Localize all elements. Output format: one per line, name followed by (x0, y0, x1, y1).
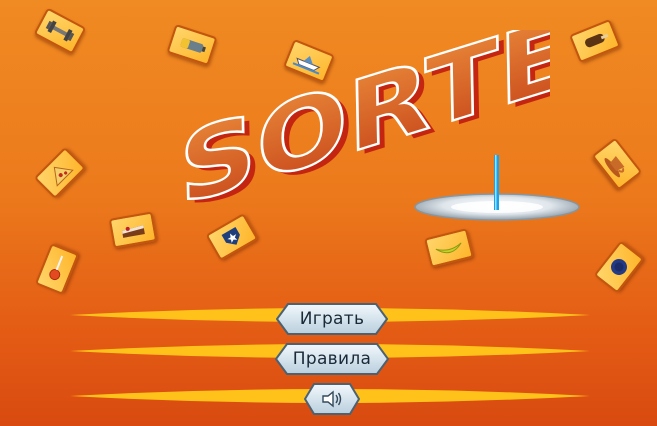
game-screen: SORTER SORTER Играть Правила (0, 0, 657, 426)
lollipop-card (34, 242, 80, 296)
cake-icon (121, 225, 145, 238)
cup-card (591, 137, 643, 191)
pizza-card (33, 146, 87, 200)
play-button-label: Играть (299, 309, 365, 329)
dumbbell-card (33, 7, 87, 55)
popsicle-icon (585, 33, 609, 48)
sound-toggle-button[interactable] (304, 383, 360, 415)
popsicle-card (568, 18, 622, 64)
play-button[interactable]: Играть (276, 303, 388, 335)
rules-button-label: Правила (292, 349, 372, 369)
cup-icon (604, 156, 625, 178)
plate-icon (611, 259, 627, 275)
lollipop-icon (49, 255, 64, 281)
pizza-icon (53, 166, 74, 187)
spinning-plate (414, 155, 580, 221)
plate-card (593, 240, 645, 294)
rules-button[interactable]: Правила (275, 343, 389, 375)
dumbbell-icon (45, 20, 75, 42)
speaker-icon (322, 390, 342, 408)
